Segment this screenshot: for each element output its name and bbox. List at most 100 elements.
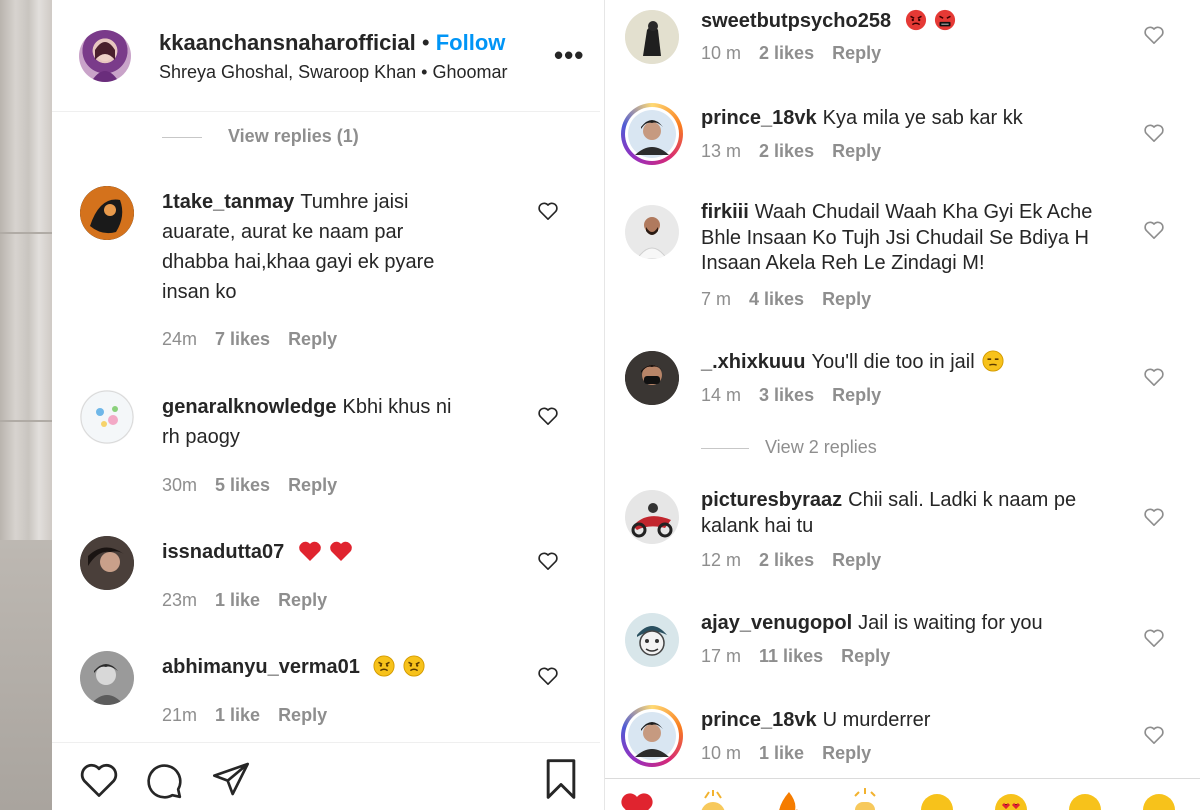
comment-body: Jail is waiting for you [858,612,1043,634]
reply-button[interactable]: Reply [822,743,871,763]
post-action-bar [52,742,600,810]
view-replies-link[interactable]: View 2 replies [701,437,877,458]
story-ring-avatar[interactable] [621,705,683,767]
raised-hands-reaction-icon[interactable] [847,788,883,810]
comment-likes[interactable]: 2 likes [759,141,814,161]
post-author[interactable]: kkaanchansnaharofficial • Follow [159,30,505,56]
reply-button[interactable]: Reply [288,329,337,349]
comment-likes[interactable]: 7 likes [215,329,270,349]
avatar[interactable] [80,536,134,590]
comment-username[interactable]: 1take_tanmay [162,191,294,213]
avatar[interactable] [625,10,679,64]
avatar[interactable] [625,351,679,405]
comment-username[interactable]: _.xhixkuuu [701,351,805,373]
comment-text: ajay_venugopol Jail is waiting for you [701,608,1043,638]
comment-body: Chii sali. Ladki k naam pe [848,489,1077,511]
comment-likes[interactable]: 11 likes [759,646,823,666]
comment-username[interactable]: prince_18vk [701,709,817,731]
comment-likes[interactable]: 2 likes [759,550,814,570]
comment-text: prince_18vk Kya mila ye sab kar kk [701,103,1023,133]
story-ring-avatar[interactable] [621,103,683,165]
avatar[interactable] [79,30,131,82]
like-heart-icon[interactable] [537,666,559,686]
comment-likes[interactable]: 3 likes [759,385,814,405]
avatar[interactable] [80,390,134,444]
comment-likes[interactable]: 1 like [215,590,260,610]
comment-text: _.xhixkuuu You'll die too in jail [701,347,1004,377]
comment-text: firkiii Waah Chudail Waah Kha Gyi Ek Ache… [701,200,1141,277]
comment-body-line: Bhle Insaan Ko Tujh Jsi Chudail Se Bdiya… [701,226,1089,249]
heart-eyes-reaction-icon[interactable] [993,788,1029,810]
comment-likes[interactable]: 1 like [215,705,260,725]
heart-reaction-icon[interactable] [619,788,655,810]
comment-username[interactable]: picturesbyraaz [701,489,842,511]
comment-time: 21m [162,705,198,725]
reply-button[interactable]: Reply [832,385,881,405]
comment-time: 10 m [701,743,742,763]
like-heart-icon[interactable] [537,201,559,221]
clap-reaction-icon[interactable] [695,788,731,810]
comment-time: 17 m [701,646,742,666]
sad-face-reaction-icon[interactable] [919,788,955,810]
heart-icon[interactable] [78,761,120,799]
comment-likes[interactable]: 1 like [759,743,804,763]
send-icon[interactable] [210,759,252,799]
comment-username[interactable]: issnadutta07 [162,541,284,563]
laughing-face-reaction-icon[interactable] [1141,788,1177,810]
avatar[interactable] [625,613,679,667]
more-options-icon[interactable]: ••• [554,40,584,71]
reply-button[interactable]: Reply [832,43,881,63]
comment-likes[interactable]: 5 likes [215,475,270,495]
like-heart-icon[interactable] [1143,367,1165,387]
bookmark-icon[interactable] [542,757,580,801]
like-heart-icon[interactable] [1143,725,1165,745]
comment-username[interactable]: prince_18vk [701,107,817,129]
comment-likes[interactable]: 4 likes [749,289,804,309]
like-heart-icon[interactable] [1143,25,1165,45]
comment-time: 24m [162,329,198,349]
shocked-face-reaction-icon[interactable] [1067,788,1103,810]
avatar[interactable] [80,186,134,240]
comment-body-line: rh paogy [162,426,240,448]
like-heart-icon[interactable] [1143,220,1165,240]
comment-text: abhimanyu_verma01 [162,652,425,682]
reply-button[interactable]: Reply [832,141,881,161]
avatar[interactable] [625,490,679,544]
like-heart-icon[interactable] [1143,507,1165,527]
avatar[interactable] [80,651,134,705]
avatar[interactable] [625,205,679,259]
view-replies-link[interactable]: View replies (1) [162,126,359,147]
comment-text: picturesbyraaz Chii sali. Ladki k naam pe… [701,487,1076,539]
view-replies-label[interactable]: View 2 replies [765,437,877,457]
comment-body: Kya mila ye sab kar kk [822,107,1023,129]
comment-body-line: kalank hai tu [701,515,814,537]
like-heart-icon[interactable] [1143,123,1165,143]
comment-likes[interactable]: 2 likes [759,43,814,63]
comment-username[interactable]: genaralknowledge [162,396,337,418]
comment-username[interactable]: ajay_venugopol [701,612,852,634]
reply-button[interactable]: Reply [278,590,327,610]
like-heart-icon[interactable] [537,551,559,571]
like-heart-icon[interactable] [1143,628,1165,648]
right-screenshot: sweetbutpsycho258 10 m 2 likes Reply princ… [604,0,1200,810]
comment-username[interactable]: sweetbutpsycho258 [701,10,891,32]
comment-icon[interactable] [144,761,184,801]
reply-button[interactable]: Reply [278,705,327,725]
reply-button[interactable]: Reply [841,646,890,666]
heart-emoji [299,541,321,561]
comment-body-line: insan ko [162,281,237,303]
comment-meta: 10 m 2 likes Reply [701,43,899,64]
like-heart-icon[interactable] [537,406,559,426]
follow-button[interactable]: Follow [436,30,506,55]
reply-button[interactable]: Reply [832,550,881,570]
view-replies-label[interactable]: View replies (1) [228,126,359,146]
fire-reaction-icon[interactable] [771,788,807,810]
reply-button[interactable]: Reply [822,289,871,309]
reply-button[interactable]: Reply [288,475,337,495]
comment-meta: 13 m 2 likes Reply [701,141,899,162]
video-background-strip [0,0,52,810]
comment-username[interactable]: firkiii [701,201,749,223]
comment-username[interactable]: abhimanyu_verma01 [162,656,360,678]
post-username[interactable]: kkaanchansnaharofficial [159,30,416,55]
audio-label[interactable]: Shreya Ghoshal, Swaroop Khan • Ghoomar [159,62,508,83]
